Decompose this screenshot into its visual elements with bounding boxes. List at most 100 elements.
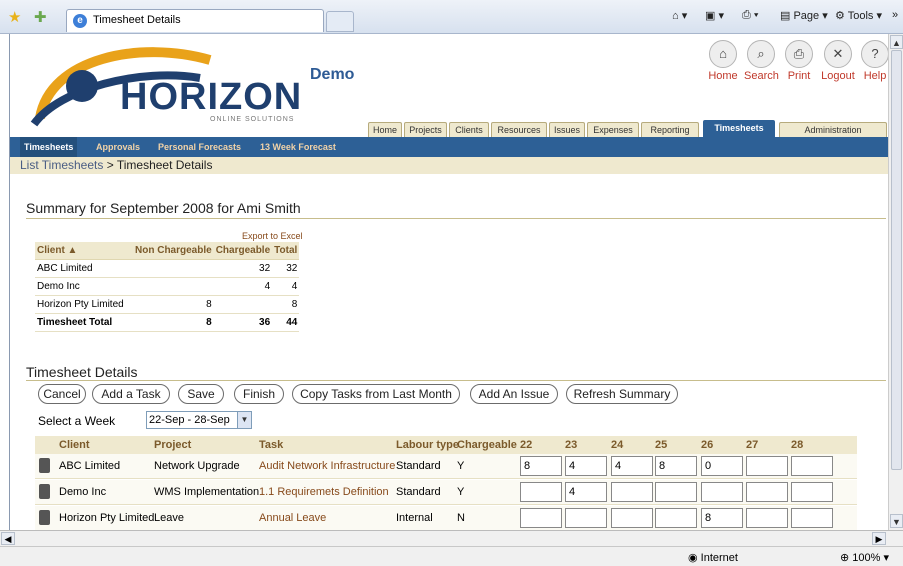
- hours-input[interactable]: [701, 508, 743, 528]
- hours-input[interactable]: [746, 508, 788, 528]
- favorites-star-icon[interactable]: ★: [8, 8, 21, 26]
- home-icon: ⌂: [709, 40, 737, 68]
- hours-input[interactable]: [791, 508, 833, 528]
- browser-tab-title: Timesheet Details: [93, 14, 181, 26]
- tab-clients[interactable]: Clients: [449, 122, 489, 138]
- subtab-13-week-forecast[interactable]: 13 Week Forecast: [260, 137, 336, 157]
- feeds-cmd-icon[interactable]: ▣ ▾: [705, 9, 724, 22]
- breadcrumb-current: Timesheet Details: [116, 158, 213, 172]
- scroll-left-icon[interactable]: ◀: [1, 532, 15, 545]
- summary-header-total: Total: [272, 242, 300, 260]
- browser-status-bar: ◉ Internet ⊕ 100% ▾: [0, 546, 903, 566]
- print-link[interactable]: ⎙ Print: [782, 40, 816, 82]
- tab-home[interactable]: Home: [368, 122, 402, 138]
- breadcrumb-separator: >: [106, 158, 114, 172]
- top-icon-bar: ⌂ Home ⌕ Search ⎙ Print ✕ Logout ? Help: [706, 40, 888, 88]
- logout-link[interactable]: ✕ Logout: [821, 40, 855, 82]
- add-task-button[interactable]: Add a Task: [92, 384, 170, 404]
- delete-bin-icon[interactable]: [39, 458, 50, 473]
- hours-input[interactable]: [611, 456, 653, 476]
- hours-input[interactable]: [565, 482, 607, 502]
- add-issue-button[interactable]: Add An Issue: [470, 384, 558, 404]
- help-icon: ?: [861, 40, 888, 68]
- horizontal-scrollbar[interactable]: ◀ ▶: [0, 530, 903, 546]
- page-content: HORIZON ONLINE SOLUTIONS Demo ⌂ Home ⌕ Sea…: [9, 34, 888, 530]
- vertical-scrollbar[interactable]: ▲ ▼: [888, 34, 903, 530]
- table-row: ABC Limited 32 32: [35, 259, 300, 278]
- logo-subtitle: ONLINE SOLUTIONS: [210, 116, 295, 123]
- print-cmd-icon[interactable]: ⎙ ▾: [742, 9, 758, 22]
- hours-input[interactable]: [520, 482, 562, 502]
- chevron-down-icon[interactable]: ▼: [237, 412, 251, 428]
- hours-input[interactable]: [611, 508, 653, 528]
- breadcrumb-link-list-timesheets[interactable]: List Timesheets: [20, 158, 103, 172]
- save-button[interactable]: Save: [178, 384, 224, 404]
- help-link[interactable]: ? Help: [858, 40, 888, 82]
- new-tab-button[interactable]: [326, 11, 354, 32]
- home-link[interactable]: ⌂ Home: [706, 40, 740, 82]
- scroll-down-icon[interactable]: ▼: [890, 514, 903, 528]
- tab-resources[interactable]: Resources: [491, 122, 547, 138]
- tab-expenses[interactable]: Expenses: [587, 122, 639, 138]
- search-link[interactable]: ⌕ Search: [744, 40, 779, 82]
- scroll-thumb[interactable]: [891, 50, 902, 470]
- ie-page-icon: e: [73, 14, 87, 28]
- horizon-logo: HORIZON ONLINE SOLUTIONS: [20, 38, 310, 134]
- table-row: ABC Limited Network Upgrade Audit Networ…: [35, 454, 857, 479]
- week-selector-row: Select a Week 22-Sep - 28-Sep ▼: [38, 411, 252, 429]
- hours-input[interactable]: [701, 456, 743, 476]
- export-to-excel-link[interactable]: Export to Excel: [242, 231, 303, 241]
- hours-input[interactable]: [701, 482, 743, 502]
- refresh-summary-button[interactable]: Refresh Summary: [566, 384, 678, 404]
- subtab-approvals[interactable]: Approvals: [96, 137, 140, 157]
- hours-input[interactable]: [655, 482, 697, 502]
- tab-administration[interactable]: Administration: [779, 122, 887, 138]
- week-select[interactable]: 22-Sep - 28-Sep ▼: [146, 411, 252, 429]
- details-heading: Timesheet Details: [26, 364, 886, 381]
- delete-bin-icon[interactable]: [39, 484, 50, 499]
- hours-input[interactable]: [611, 482, 653, 502]
- tools-menu[interactable]: ⚙ Tools ▾: [835, 9, 882, 22]
- finish-button[interactable]: Finish: [234, 384, 284, 404]
- scroll-up-icon[interactable]: ▲: [890, 35, 903, 49]
- demo-label: Demo: [310, 66, 355, 83]
- add-favorites-icon[interactable]: ✚: [34, 8, 47, 26]
- hours-input[interactable]: [565, 456, 607, 476]
- hours-input[interactable]: [791, 456, 833, 476]
- tab-projects[interactable]: Projects: [404, 122, 447, 138]
- hours-input[interactable]: [565, 508, 607, 528]
- table-row: Horizon Pty Limited Leave Annual Leave I…: [35, 506, 857, 530]
- delete-bin-icon[interactable]: [39, 510, 50, 525]
- zoom-level[interactable]: ⊕ 100% ▾: [840, 551, 889, 564]
- browser-toolbar: ★ ✚ e Timesheet Details ⌂ ▾ ▣ ▾ ⎙ ▾ ▤ Pa…: [0, 0, 903, 34]
- browser-tab[interactable]: e Timesheet Details: [66, 9, 324, 32]
- search-icon: ⌕: [747, 40, 775, 68]
- subtab-personal-forecasts[interactable]: Personal Forecasts: [158, 137, 241, 157]
- scroll-right-icon[interactable]: ▶: [872, 532, 886, 545]
- hours-input[interactable]: [655, 456, 697, 476]
- cancel-button[interactable]: Cancel: [38, 384, 86, 404]
- tab-reporting[interactable]: Reporting: [641, 122, 699, 138]
- summary-heading: Summary for September 2008 for Ami Smith: [26, 200, 886, 219]
- close-icon: ✕: [824, 40, 852, 68]
- hours-input[interactable]: [791, 482, 833, 502]
- table-row: Demo Inc WMS Implementation 1.1 Requirem…: [35, 480, 857, 505]
- hours-input[interactable]: [655, 508, 697, 528]
- week-label: Select a Week: [38, 414, 116, 428]
- summary-header-client[interactable]: Client ▲: [35, 242, 133, 260]
- hours-input[interactable]: [520, 456, 562, 476]
- chevron-more-icon[interactable]: »: [892, 9, 898, 21]
- hours-input[interactable]: [746, 482, 788, 502]
- hours-input[interactable]: [746, 456, 788, 476]
- internet-zone: ◉ Internet: [688, 552, 738, 564]
- table-row: Demo Inc 4 4: [35, 277, 300, 296]
- summary-header-non-chargeable: Non Chargeable: [133, 242, 214, 260]
- home-cmd-icon[interactable]: ⌂ ▾: [672, 9, 687, 22]
- copy-tasks-button[interactable]: Copy Tasks from Last Month: [292, 384, 460, 404]
- page-menu[interactable]: ▤ Page ▾: [780, 9, 828, 22]
- logo-word: HORIZON: [120, 76, 303, 118]
- subtab-timesheets[interactable]: Timesheets: [20, 137, 78, 157]
- tab-issues[interactable]: Issues: [549, 122, 585, 138]
- hours-input[interactable]: [520, 508, 562, 528]
- tab-timesheets[interactable]: Timesheets: [703, 120, 775, 138]
